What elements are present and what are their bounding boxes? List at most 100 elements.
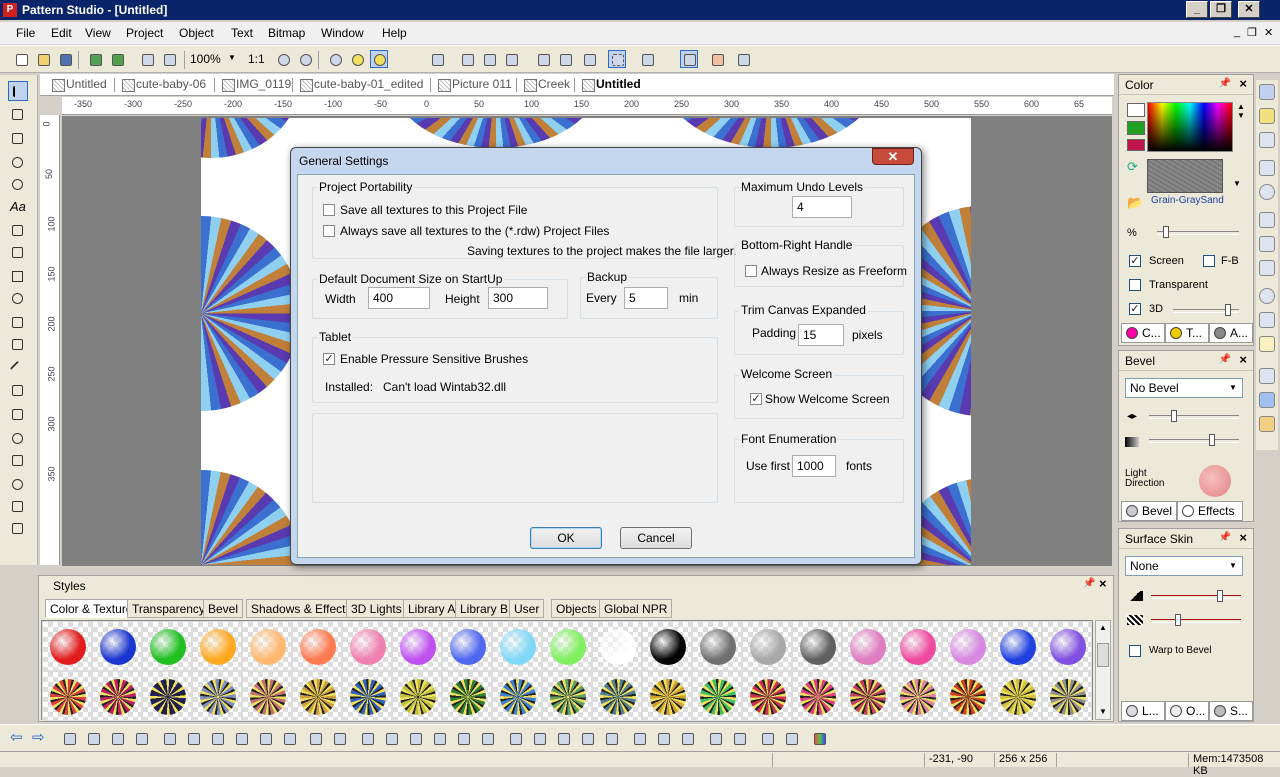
pin-icon[interactable]: 📌	[1083, 578, 1095, 589]
pin-icon[interactable]: 📌	[1219, 354, 1231, 365]
lock-icon[interactable]	[578, 729, 596, 747]
style-swatch[interactable]	[142, 671, 192, 721]
style-swatch[interactable]	[292, 671, 342, 721]
redo-icon[interactable]	[296, 50, 314, 68]
align-top-icon[interactable]	[280, 729, 298, 747]
line-tool-icon[interactable]	[8, 359, 28, 379]
texture-dropdown-icon[interactable]: ▼	[1233, 179, 1241, 188]
menu-object[interactable]: Object	[179, 26, 214, 40]
new-icon[interactable]	[12, 50, 30, 68]
smooth-icon[interactable]	[554, 729, 572, 747]
cancel-button[interactable]: Cancel	[620, 527, 692, 549]
zoom-dropdown-icon[interactable]: ▼	[228, 53, 236, 62]
style-swatch[interactable]	[1042, 621, 1092, 671]
doc-tab[interactable]: IMG_0119	[220, 77, 291, 94]
opacity-slider[interactable]	[1157, 226, 1239, 238]
styles-tab-objects[interactable]: Objects	[551, 599, 602, 618]
align-center-icon[interactable]	[184, 729, 202, 747]
close-icon[interactable]: ×	[1239, 76, 1247, 91]
actual-size-button[interactable]: 1:1	[248, 52, 265, 66]
pin-icon[interactable]: 📌	[1219, 78, 1231, 89]
style-swatch[interactable]	[992, 621, 1042, 671]
shape-mode-icon[interactable]	[370, 50, 388, 68]
style-swatch[interactable]	[792, 671, 842, 721]
texture-tab[interactable]: T...	[1165, 323, 1209, 343]
ungroup-icon[interactable]	[84, 729, 102, 747]
group-icon[interactable]	[60, 729, 78, 747]
flip-horizontal-icon[interactable]	[306, 729, 324, 747]
anchor-2-icon[interactable]	[654, 729, 672, 747]
close-icon[interactable]: ×	[1239, 352, 1247, 367]
surface-tab[interactable]: S...	[1209, 701, 1253, 721]
forward-arrow-icon[interactable]: ⇨	[32, 728, 45, 746]
path-icon[interactable]	[506, 729, 524, 747]
font-count-input[interactable]: 1000	[792, 455, 836, 477]
style-swatch[interactable]	[692, 671, 742, 721]
layers-panel-toggle-icon[interactable]	[1259, 212, 1275, 228]
paste-icon[interactable]	[160, 50, 178, 68]
eraser-icon[interactable]	[758, 729, 776, 747]
pointer-tool-icon[interactable]	[8, 81, 28, 101]
style-swatch[interactable]	[992, 671, 1042, 721]
style-swatch[interactable]	[842, 671, 892, 721]
style-swatch[interactable]	[192, 671, 242, 721]
lasso-tool-icon[interactable]	[8, 153, 28, 173]
style-swatch[interactable]	[492, 621, 542, 671]
style-swatch[interactable]	[342, 671, 392, 721]
cut-icon[interactable]	[428, 50, 446, 68]
align-icon[interactable]	[534, 50, 552, 68]
style-swatch[interactable]	[142, 621, 192, 671]
copy-icon[interactable]	[138, 50, 156, 68]
eraser-2-icon[interactable]	[782, 729, 800, 747]
spectrum-down-icon[interactable]: ▼	[1237, 111, 1245, 120]
zoom-level[interactable]: 100%	[190, 52, 221, 66]
import-icon[interactable]	[86, 50, 104, 68]
style-swatch[interactable]	[742, 671, 792, 721]
doc-tab[interactable]: Untitled	[50, 77, 107, 94]
style-swatch[interactable]	[42, 671, 92, 721]
warp-icon[interactable]	[602, 729, 620, 747]
layers-tab[interactable]: L...	[1121, 701, 1165, 721]
crop-tool-icon[interactable]	[8, 519, 28, 539]
tertiary-color-swatch[interactable]	[1127, 139, 1145, 151]
doc-tab[interactable]: Creek	[522, 77, 570, 94]
bevel-depth-slider[interactable]	[1149, 434, 1239, 446]
shape-icon[interactable]	[326, 50, 344, 68]
align-2-icon[interactable]	[556, 50, 574, 68]
style-swatch[interactable]	[42, 621, 92, 671]
swap-colors-icon[interactable]: ⟳	[1127, 159, 1138, 175]
ok-button[interactable]: OK	[530, 527, 602, 549]
rectangle-tool-icon[interactable]	[8, 267, 28, 287]
close-button[interactable]: ✕	[1238, 1, 1260, 18]
anchor-3-icon[interactable]	[678, 729, 696, 747]
style-swatch[interactable]	[542, 621, 592, 671]
transform-tool-icon[interactable]	[8, 129, 28, 149]
backup-interval-input[interactable]: 5	[624, 287, 668, 309]
color-panel-toggle-icon[interactable]	[1259, 84, 1275, 100]
styles-tab-library-b[interactable]: Library B	[455, 599, 514, 618]
transparent-checkbox[interactable]	[1129, 279, 1141, 291]
save-icon[interactable]	[56, 50, 74, 68]
intersect-icon[interactable]	[406, 729, 424, 747]
save-all-textures-checkbox[interactable]	[323, 204, 335, 216]
sketch-icon[interactable]	[478, 729, 496, 747]
styles-tab-global-npr[interactable]: Global NPR	[599, 599, 673, 618]
style-swatch[interactable]	[92, 671, 142, 721]
bring-front-icon[interactable]	[108, 729, 126, 747]
eyedropper-icon[interactable]	[458, 50, 476, 68]
send-back-icon[interactable]	[132, 729, 150, 747]
style-swatch[interactable]	[642, 671, 692, 721]
style-swatch[interactable]	[592, 621, 642, 671]
texture-panel-toggle-icon[interactable]	[1259, 108, 1275, 124]
style-swatch[interactable]	[242, 621, 292, 671]
alpha-panel-toggle-icon[interactable]	[1259, 132, 1275, 148]
palette-icon[interactable]	[810, 729, 828, 747]
align-3-icon[interactable]	[580, 50, 598, 68]
menu-file[interactable]: File	[16, 26, 35, 40]
align-left-icon[interactable]	[160, 729, 178, 747]
doc-tab[interactable]: cute-baby-06	[120, 77, 206, 94]
menu-help[interactable]: Help	[382, 26, 407, 40]
grid-panel-toggle-icon[interactable]	[1259, 392, 1275, 408]
always-save-textures-checkbox[interactable]	[323, 225, 335, 237]
flip-vertical-icon[interactable]	[330, 729, 348, 747]
